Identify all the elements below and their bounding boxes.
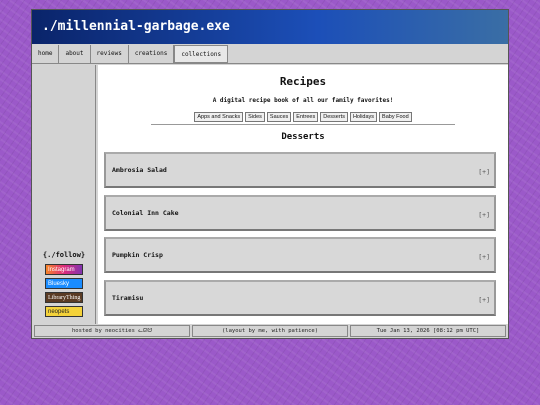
sidebar: {./follow} Instagram Bluesky LibraryThin… [32, 65, 96, 324]
recipe-name: Tiramisu [112, 294, 144, 302]
expand-toggle[interactable]: [+] [478, 211, 490, 219]
expand-toggle[interactable]: [+] [478, 296, 490, 304]
browser-window: ./millennial-garbage.exe home about revi… [31, 9, 509, 339]
recipe-card[interactable]: Pumpkin Crisp [+] [104, 237, 496, 273]
tab-holidays[interactable]: Holidays [349, 112, 378, 122]
tab-entrees[interactable]: Entrees [293, 112, 319, 122]
recipe-name: Pumpkin Crisp [112, 251, 163, 259]
instagram-badge[interactable]: Instagram [45, 264, 83, 275]
tab-apps-and-snacks[interactable]: Apps and Snacks [194, 112, 244, 122]
nav-creations[interactable]: creations [129, 45, 175, 63]
recipe-name: Ambrosia Salad [112, 166, 167, 174]
hosted-by-text: hosted by neocities ᓚᘏᗢ [34, 325, 190, 337]
section-title: Desserts [281, 132, 325, 142]
nav-reviews[interactable]: reviews [91, 45, 129, 63]
category-tabs: Apps and Snacks Sides Sauces Entrees Des… [98, 112, 508, 122]
tab-sides[interactable]: Sides [245, 112, 265, 122]
neopets-badge[interactable]: neopets [45, 306, 83, 317]
status-bar: hosted by neocities ᓚᘏᗢ (layout by me, w… [32, 324, 508, 338]
nav-home[interactable]: home [32, 45, 60, 63]
main-panel: Recipes A digital recipe book of all our… [98, 65, 508, 324]
tab-baby-food[interactable]: Baby Food [379, 112, 412, 122]
tab-desserts[interactable]: Desserts [320, 112, 348, 122]
recipe-card[interactable]: Ambrosia Salad [+] [104, 152, 496, 188]
recipe-name: Colonial Inn Cake [112, 209, 179, 217]
page-title: Recipes [279, 75, 327, 88]
top-nav: home about reviews creations collections [32, 44, 508, 64]
page-subtitle: A digital recipe book of all our family … [212, 97, 394, 104]
tab-sauces[interactable]: Sauces [266, 112, 292, 122]
content-area: {./follow} Instagram Bluesky LibraryThin… [32, 65, 508, 324]
recipe-card[interactable]: Colonial Inn Cake [+] [104, 195, 496, 231]
layout-credit-text: (layout by me, with patience) [192, 325, 348, 337]
follow-heading: {./follow} [42, 251, 86, 259]
bluesky-badge[interactable]: Bluesky [45, 278, 83, 289]
recipe-card[interactable]: Tiramisu [+] [104, 280, 496, 316]
nav-collections[interactable]: collections [174, 45, 229, 63]
librarything-badge[interactable]: LibraryThing [45, 292, 83, 303]
divider [151, 124, 455, 125]
site-title: ./millennial-garbage.exe [32, 10, 508, 44]
expand-toggle[interactable]: [+] [478, 253, 490, 261]
datetime-text: Tue Jan 13, 2026 [08:12 pm UTC] [350, 325, 506, 337]
nav-about[interactable]: about [59, 45, 91, 63]
expand-toggle[interactable]: [+] [478, 168, 490, 176]
